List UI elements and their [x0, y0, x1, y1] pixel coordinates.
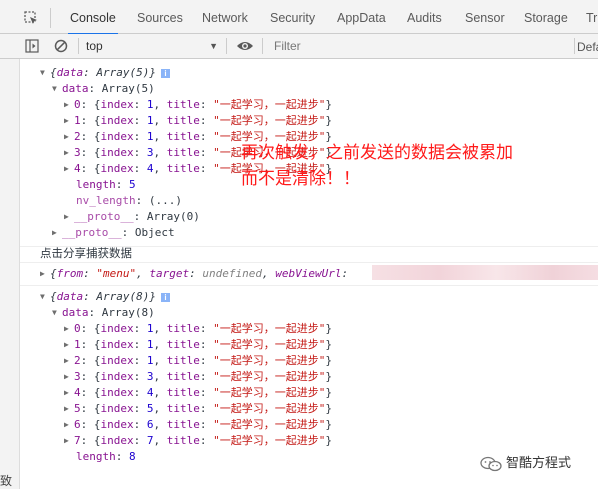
proto-object-row[interactable]: ▶ __proto__: Object [52, 225, 175, 241]
collapse-triangle-icon[interactable]: ▶ [64, 417, 74, 433]
toolbar-divider [78, 38, 79, 54]
tab-security[interactable]: Security [270, 0, 315, 34]
collapse-triangle-icon[interactable]: ▶ [64, 129, 74, 145]
collapse-triangle-icon[interactable]: ▶ [64, 209, 74, 225]
collapse-triangle-icon[interactable]: ▶ [64, 401, 74, 417]
collapse-triangle-icon[interactable]: ▶ [40, 266, 50, 282]
redacted-url-blur [372, 265, 598, 280]
dropdown-arrow-icon: ▼ [209, 41, 218, 51]
array-item-row[interactable]: ▶ 0: {index: 1, title: "一起学习，一起进步"} [64, 321, 332, 337]
collapse-triangle-icon[interactable]: ▶ [64, 145, 74, 161]
array-item-row[interactable]: ▶ 0: {index: 1, title: "一起学习，一起进步"} [64, 97, 332, 113]
tab-storage[interactable]: Storage [524, 0, 568, 34]
length-row: length: 5 [76, 178, 136, 191]
proto-array-row[interactable]: ▶ __proto__: Array(0) [64, 209, 200, 225]
tab-sources[interactable]: Sources [137, 0, 183, 34]
tab-appdata[interactable]: AppData [337, 0, 386, 34]
annotation-text: 再次触发，之前发送的数据会被累加 而不是清除！！ [241, 140, 591, 192]
collapse-triangle-icon[interactable]: ▶ [64, 161, 74, 177]
toolbar-divider [262, 38, 263, 54]
tab-audits[interactable]: Audits [407, 0, 442, 34]
array-item-row[interactable]: ▶ 4: {index: 4, title: "一起学习，一起进步"} [64, 385, 332, 401]
expand-triangle-icon[interactable]: ▼ [52, 81, 62, 97]
collapse-triangle-icon[interactable]: ▶ [64, 113, 74, 129]
filter-input[interactable] [268, 34, 584, 58]
gutter-label: 致 [0, 474, 13, 488]
length-row: length: 8 [76, 450, 136, 463]
annotation-line-2: 而不是清除！！ [241, 169, 360, 189]
info-icon[interactable]: i [160, 293, 170, 302]
array-item-row[interactable]: ▶ 7: {index: 7, title: "一起学习，一起进步"} [64, 433, 332, 449]
info-icon[interactable]: i [160, 69, 170, 78]
share-capture-log: 点击分享捕获数据 [20, 246, 598, 263]
collapse-triangle-icon[interactable]: ▶ [64, 385, 74, 401]
collapse-triangle-icon[interactable]: ▶ [64, 369, 74, 385]
watermark-text: 智酷方程式 [506, 456, 572, 471]
object-summary-row[interactable]: ▼ {data: Array(5)} i [40, 65, 170, 81]
collapse-triangle-icon[interactable]: ▶ [64, 337, 74, 353]
nv-length-row[interactable]: nv_length: (...) [76, 193, 182, 209]
tab-console[interactable]: Console [68, 0, 118, 35]
watermark: 智酷方程式 [480, 454, 571, 474]
devtools-tabbar: Console Sources Network Security AppData… [0, 0, 598, 35]
array-item-row[interactable]: ▶ 5: {index: 5, title: "一起学习，一起进步"} [64, 401, 332, 417]
left-gutter: 致 [0, 59, 20, 489]
expand-triangle-icon[interactable]: ▼ [40, 289, 50, 305]
console-output[interactable]: 致 ▼ {data: Array(5)} i ▼ data: Array(5) ▶ 0:… [0, 59, 598, 489]
tab-separator [50, 8, 51, 28]
live-expression-eye-icon[interactable] [236, 40, 254, 52]
array-item-row[interactable]: ▶ 2: {index: 1, title: "一起学习，一起进步"} [64, 353, 332, 369]
annotation-line-1: 再次触发，之前发送的数据会被累加 [241, 143, 513, 163]
tab-network[interactable]: Network [202, 0, 248, 34]
context-select[interactable]: top ▼ [86, 36, 220, 56]
collapse-triangle-icon[interactable]: ▶ [64, 321, 74, 337]
array-item-row[interactable]: ▶ 1: {index: 1, title: "一起学习，一起进步"} [64, 113, 332, 129]
expand-triangle-icon[interactable]: ▼ [52, 305, 62, 321]
collapse-triangle-icon[interactable]: ▶ [64, 433, 74, 449]
tab-overflow[interactable]: Tr [586, 0, 597, 34]
expand-triangle-icon[interactable]: ▼ [40, 65, 50, 81]
data-array-row[interactable]: ▼ data: Array(5) [52, 81, 155, 97]
toolbar-divider [574, 38, 575, 54]
object-summary-row[interactable]: ▼ {data: Array(8)} i [40, 289, 170, 305]
share-object-summary-row[interactable]: ▶ {from: "menu", target: undefined, webVi… [40, 266, 348, 282]
array-item-row[interactable]: ▶ 1: {index: 1, title: "一起学习，一起进步"} [64, 337, 332, 353]
wechat-icon [480, 456, 502, 471]
tab-sensor[interactable]: Sensor [465, 0, 505, 34]
array-item-row[interactable]: ▶ 6: {index: 6, title: "一起学习，一起进步"} [64, 417, 332, 433]
log-levels-dropdown[interactable]: Defa [577, 34, 598, 58]
data-array-row[interactable]: ▼ data: Array(8) [52, 305, 155, 321]
toolbar-divider [226, 38, 227, 54]
collapse-triangle-icon[interactable]: ▶ [64, 353, 74, 369]
context-select-value: top [86, 39, 103, 53]
collapse-triangle-icon[interactable]: ▶ [64, 97, 74, 113]
sidebar-toggle-icon[interactable] [25, 39, 39, 53]
console-toolbar: top ▼ Defa [0, 34, 598, 59]
inspect-element-icon[interactable] [24, 11, 38, 25]
array-item-row[interactable]: ▶ 3: {index: 3, title: "一起学习，一起进步"} [64, 369, 332, 385]
collapse-triangle-icon[interactable]: ▶ [52, 225, 62, 241]
clear-console-icon[interactable] [54, 39, 68, 53]
